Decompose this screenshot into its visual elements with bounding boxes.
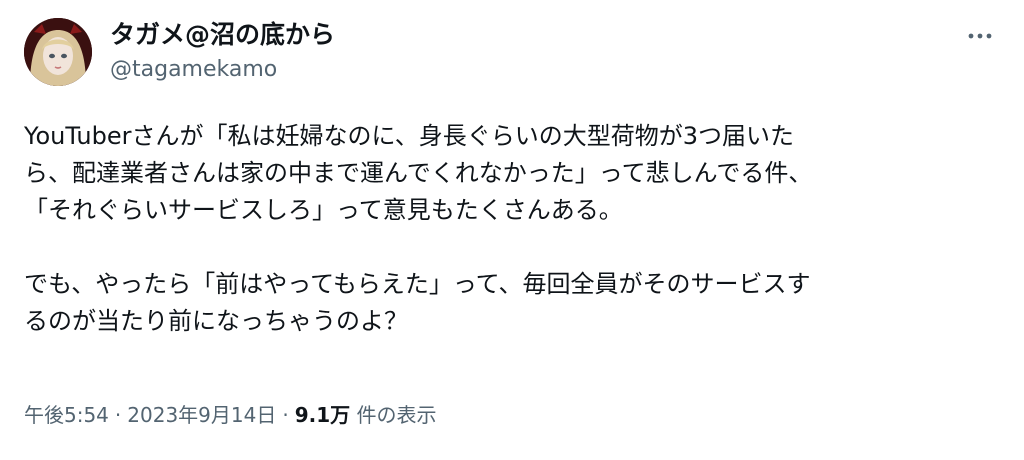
more-options-button[interactable] [958, 22, 1002, 50]
tweet-line: るのが当たり前になっちゃうのよ？ [24, 307, 408, 335]
tweet-meta: 午後5:54 · 2023年9月14日 · 9.1万 件の表示 [24, 400, 437, 430]
tweet-line: でも、やったら「前はやってもらえた」って、毎回全員がそのサービスす [24, 270, 811, 298]
author-handle[interactable]: @tagamekamo [110, 55, 277, 85]
tweet-date: 2023年9月14日 [127, 403, 277, 427]
views-link[interactable]: 9.1万 件の表示 [295, 403, 437, 427]
tweet-text: YouTuberさんが「私は妊婦なのに、身長ぐらいの大型荷物が3つ届いた ら、配… [24, 118, 1014, 340]
views-count: 9.1万 [294, 403, 351, 427]
tweet-line: YouTuberさんが「私は妊婦なのに、身長ぐらいの大型荷物が3つ届いた [24, 122, 795, 150]
author-display-name[interactable]: タガメ@沼の底から [110, 18, 335, 52]
avatar-image [24, 18, 92, 86]
views-label: 件の表示 [356, 403, 437, 427]
tweet-timestamp[interactable]: 午後5:54 · 2023年9月14日 [24, 403, 276, 427]
tweet-line: 「それぐらいサービスしろ」って意見もたくさんある。 [24, 196, 623, 224]
more-dots-icon [968, 33, 992, 39]
tweet-line: ら、配達業者さんは家の中まで運んでくれなかった」って悲しんでる件、 [24, 159, 813, 187]
tweet-time: 午後5:54 [24, 403, 109, 427]
separator: · [114, 403, 122, 427]
avatar[interactable] [24, 18, 92, 86]
separator: · [282, 403, 289, 427]
